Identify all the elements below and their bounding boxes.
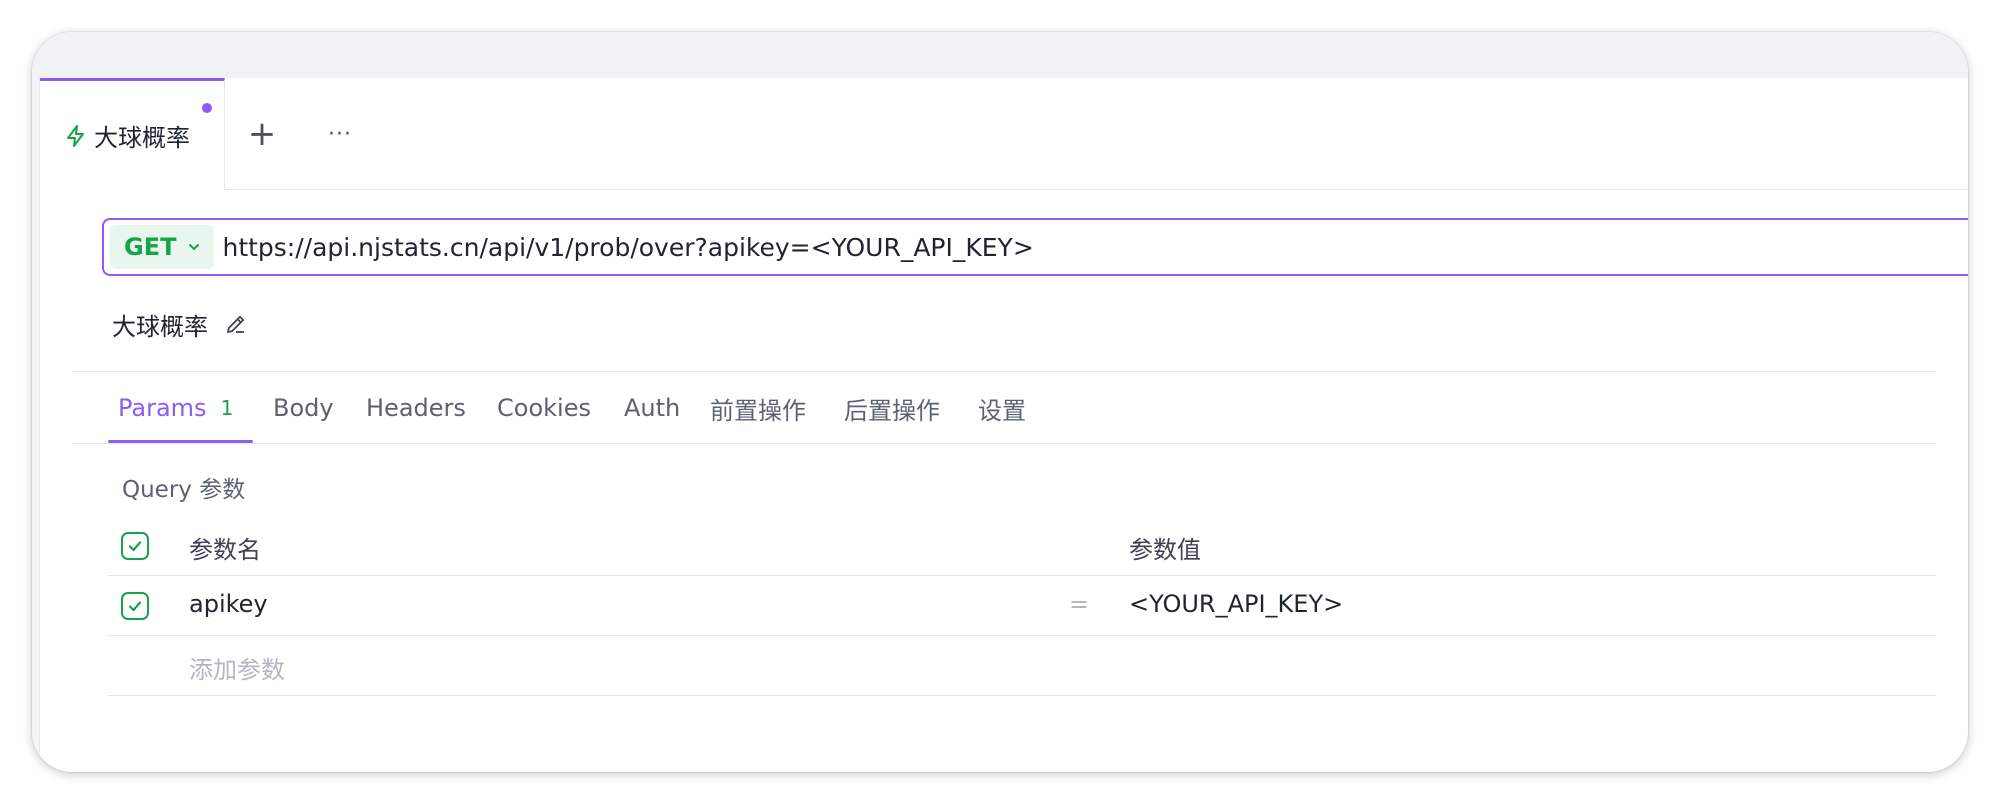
tab-cookies-label: Cookies: [497, 394, 591, 422]
active-tab-underline: [108, 440, 253, 443]
url-bar: GET: [102, 218, 1968, 276]
edit-icon[interactable]: [224, 312, 248, 336]
tab-params-label: Params: [118, 394, 207, 422]
more-options-button[interactable]: ···: [320, 116, 360, 152]
request-tab[interactable]: 大球概率: [40, 78, 225, 190]
request-name-text: 大球概率: [112, 312, 208, 341]
select-all-checkbox[interactable]: [121, 532, 149, 560]
tab-post-operations[interactable]: 后置操作: [844, 372, 940, 444]
params-count-badge: 1: [220, 396, 234, 420]
method-select[interactable]: GET: [110, 225, 215, 269]
table-row: apikey = <YOUR_API_KEY>: [107, 576, 1936, 636]
left-edge: [32, 78, 40, 772]
tab-auth-label: Auth: [624, 394, 681, 422]
add-param-placeholder[interactable]: 添加参数: [189, 650, 285, 685]
url-input[interactable]: [222, 232, 1823, 262]
chevron-down-icon: [189, 244, 200, 250]
request-tab-bar: 大球概率 + ···: [40, 78, 1968, 190]
tab-pre-operations-label: 前置操作: [710, 396, 806, 425]
table-header-row: 参数名 参数值: [107, 516, 1936, 576]
app-window: 大球概率 + ··· GET 大球概率 Params 1 Body: [32, 32, 1968, 772]
param-name-cell[interactable]: apikey: [189, 590, 268, 618]
row-enable-checkbox[interactable]: [121, 592, 149, 620]
method-label: GET: [124, 233, 177, 261]
query-params-label: Query 参数: [122, 477, 246, 503]
tab-auth[interactable]: Auth: [624, 372, 680, 444]
tab-settings-label: 设置: [978, 396, 1026, 425]
column-header-value: 参数值: [1129, 536, 1201, 564]
tab-headers-label: Headers: [366, 394, 466, 422]
tab-body-label: Body: [273, 394, 334, 422]
tab-headers[interactable]: Headers: [366, 372, 466, 444]
bolt-icon: [67, 124, 84, 147]
request-tab-title: 大球概率: [94, 124, 190, 152]
params-tab-bar: Params 1 Body Headers Cookies Auth 前置操作 …: [72, 372, 1936, 444]
add-tab-button[interactable]: +: [244, 116, 280, 152]
tab-params[interactable]: Params 1: [118, 372, 233, 444]
unsaved-dot: [202, 103, 212, 113]
tab-cookies[interactable]: Cookies: [497, 372, 591, 444]
check-icon: [128, 601, 142, 612]
add-param-row[interactable]: 添加参数: [107, 636, 1936, 696]
request-name[interactable]: 大球概率: [112, 306, 248, 342]
tab-body[interactable]: Body: [273, 372, 334, 444]
tab-settings[interactable]: 设置: [978, 372, 1026, 444]
title-strip: [32, 32, 1968, 78]
equals-separator: =: [1069, 590, 1090, 618]
tab-pre-operations[interactable]: 前置操作: [710, 372, 806, 444]
param-value-cell[interactable]: <YOUR_API_KEY>: [1129, 590, 1343, 618]
check-icon: [128, 541, 142, 552]
params-table: 参数名 参数值 apikey = <YOUR_API_KEY> 添加参数: [107, 516, 1936, 696]
column-header-name: 参数名: [189, 536, 261, 564]
tab-post-operations-label: 后置操作: [844, 396, 940, 425]
